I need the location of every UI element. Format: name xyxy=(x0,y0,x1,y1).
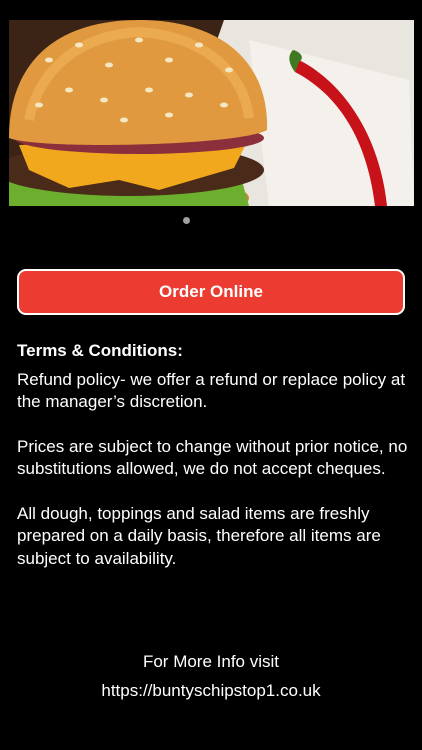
terms-paragraph-prices: Prices are subject to change without pri… xyxy=(17,436,408,479)
burger-photo xyxy=(9,20,414,206)
pager-dot-active[interactable] xyxy=(182,217,190,224)
terms-paragraph-refund: Refund policy- we offer a refund or repl… xyxy=(17,369,406,412)
website-link[interactable]: https://buntyschipstop1.co.uk xyxy=(101,681,320,700)
footer-info-text: For More Info visit xyxy=(142,652,280,671)
hero-image xyxy=(9,20,414,206)
footer: For More Info visit https://buntyschipst… xyxy=(0,647,422,705)
terms-title: Terms & Conditions: xyxy=(17,341,183,360)
carousel-pager[interactable] xyxy=(0,217,372,224)
terms-paragraph-availability: All dough, toppings and salad items are … xyxy=(17,503,381,568)
terms-section: Terms & Conditions: Refund policy- we of… xyxy=(17,340,409,592)
order-online-button[interactable]: Order Online xyxy=(17,269,405,315)
